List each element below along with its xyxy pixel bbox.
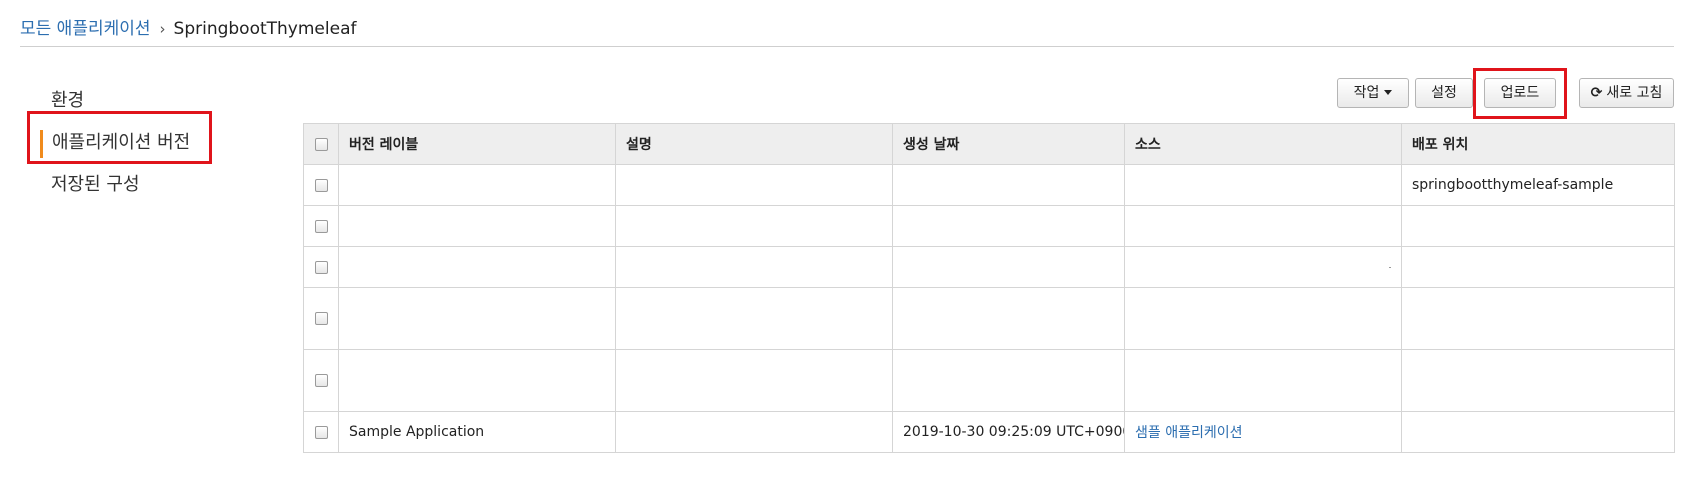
version-label-cell: Sample Application (338, 411, 616, 453)
row-select-cell (303, 411, 339, 453)
created-cell (892, 164, 1125, 206)
column-header-created[interactable]: 생성 날짜 (892, 123, 1125, 165)
row-checkbox[interactable] (314, 312, 328, 325)
deployed-to-cell: springbootthymeleaf-sample (1401, 164, 1675, 206)
row-checkbox[interactable] (314, 374, 328, 387)
column-header-description[interactable]: 설명 (615, 123, 893, 165)
version-label-cell (338, 205, 616, 247)
settings-button[interactable]: 설정 (1415, 78, 1473, 108)
sidebar-item-label: 애플리케이션 버전 (52, 132, 191, 153)
source-cell (1124, 164, 1402, 206)
table-row[interactable] (303, 246, 1675, 288)
source-cell (1124, 205, 1402, 247)
refresh-button-label: 새로 고침 (1606, 85, 1663, 101)
upload-button-label: 업로드 (1500, 85, 1540, 101)
table-row[interactable] (303, 205, 1675, 247)
deployed-to-cell (1401, 246, 1675, 288)
column-header-version-label[interactable]: 버전 레이블 (338, 123, 616, 165)
row-checkbox[interactable] (314, 219, 328, 233)
deployed-to-cell (1401, 205, 1675, 247)
breadcrumb-current-app: SpringbootThymeleaf (173, 19, 357, 39)
version-label-cell (338, 164, 616, 206)
sidebar-item-environments[interactable]: 환경 (28, 80, 218, 122)
table-row[interactable] (303, 349, 1675, 412)
created-cell (892, 246, 1125, 288)
breadcrumb-all-applications-link[interactable]: 모든 애플리케이션 (20, 19, 151, 39)
column-header-source[interactable]: 소스 (1124, 123, 1402, 165)
breadcrumb-divider (20, 46, 1674, 47)
row-select-cell (303, 246, 339, 288)
description-cell (615, 164, 893, 206)
table-row[interactable] (303, 287, 1675, 350)
breadcrumb-chevron-icon: › (159, 20, 166, 38)
created-cell: 2019-10-30 09:25:09 UTC+0900 (892, 411, 1125, 453)
source-cell (1124, 246, 1402, 288)
source-cell (1124, 349, 1402, 412)
description-cell (615, 349, 893, 412)
sidebar-item-saved-configurations[interactable]: 저장된 구성 (28, 164, 218, 206)
description-cell (615, 411, 893, 453)
table-row[interactable]: springbootthymeleaf-sample (303, 164, 1675, 206)
sidebar-item-application-versions[interactable]: 애플리케이션 버전 (28, 122, 218, 164)
refresh-icon: ⟳ (1590, 85, 1603, 101)
table-row[interactable]: Sample Application 2019-10-30 09:25:09 U… (303, 411, 1675, 453)
row-select-cell (303, 349, 339, 412)
row-checkbox[interactable] (314, 260, 328, 274)
caret-down-icon (1384, 90, 1393, 95)
row-select-cell (303, 205, 339, 247)
actions-dropdown-button[interactable]: 작업 (1337, 78, 1409, 108)
description-cell (615, 287, 893, 350)
version-label-cell (338, 246, 616, 288)
description-cell (615, 205, 893, 247)
sidebar-nav: 환경 애플리케이션 버전 저장된 구성 (28, 80, 218, 206)
version-label-cell (338, 349, 616, 412)
application-versions-table: 버전 레이블 설명 생성 날짜 소스 배포 위치 springbootthyme… (303, 123, 1675, 453)
description-cell (615, 246, 893, 288)
select-all-cell (303, 123, 339, 165)
source-sample-application-link[interactable]: 샘플 애플리케이션 (1135, 425, 1243, 441)
refresh-button[interactable]: ⟳ 새로 고침 (1579, 78, 1674, 108)
created-cell (892, 205, 1125, 247)
version-label-cell (338, 287, 616, 350)
sidebar-item-label: 저장된 구성 (51, 174, 140, 195)
table-header-row: 버전 레이블 설명 생성 날짜 소스 배포 위치 (303, 123, 1675, 165)
created-cell (892, 287, 1125, 350)
row-checkbox[interactable] (314, 425, 328, 439)
source-cell (1124, 287, 1402, 350)
sidebar-item-label: 환경 (51, 90, 85, 111)
deployed-to-cell (1401, 411, 1675, 453)
upload-button[interactable]: 업로드 (1484, 78, 1556, 108)
actions-button-label: 작업 (1353, 85, 1380, 101)
column-header-deployed-to[interactable]: 배포 위치 (1401, 123, 1675, 165)
row-select-cell (303, 164, 339, 206)
row-select-cell (303, 287, 339, 350)
select-all-checkbox[interactable] (314, 137, 328, 151)
deployed-to-cell (1401, 287, 1675, 350)
settings-button-label: 설정 (1431, 85, 1457, 101)
deployed-to-cell (1401, 349, 1675, 412)
row-checkbox[interactable] (314, 178, 328, 192)
created-cell (892, 349, 1125, 412)
stray-mark (1389, 266, 1391, 268)
source-cell: 샘플 애플리케이션 (1124, 411, 1402, 453)
breadcrumb: 모든 애플리케이션 › SpringbootThymeleaf (20, 18, 356, 40)
